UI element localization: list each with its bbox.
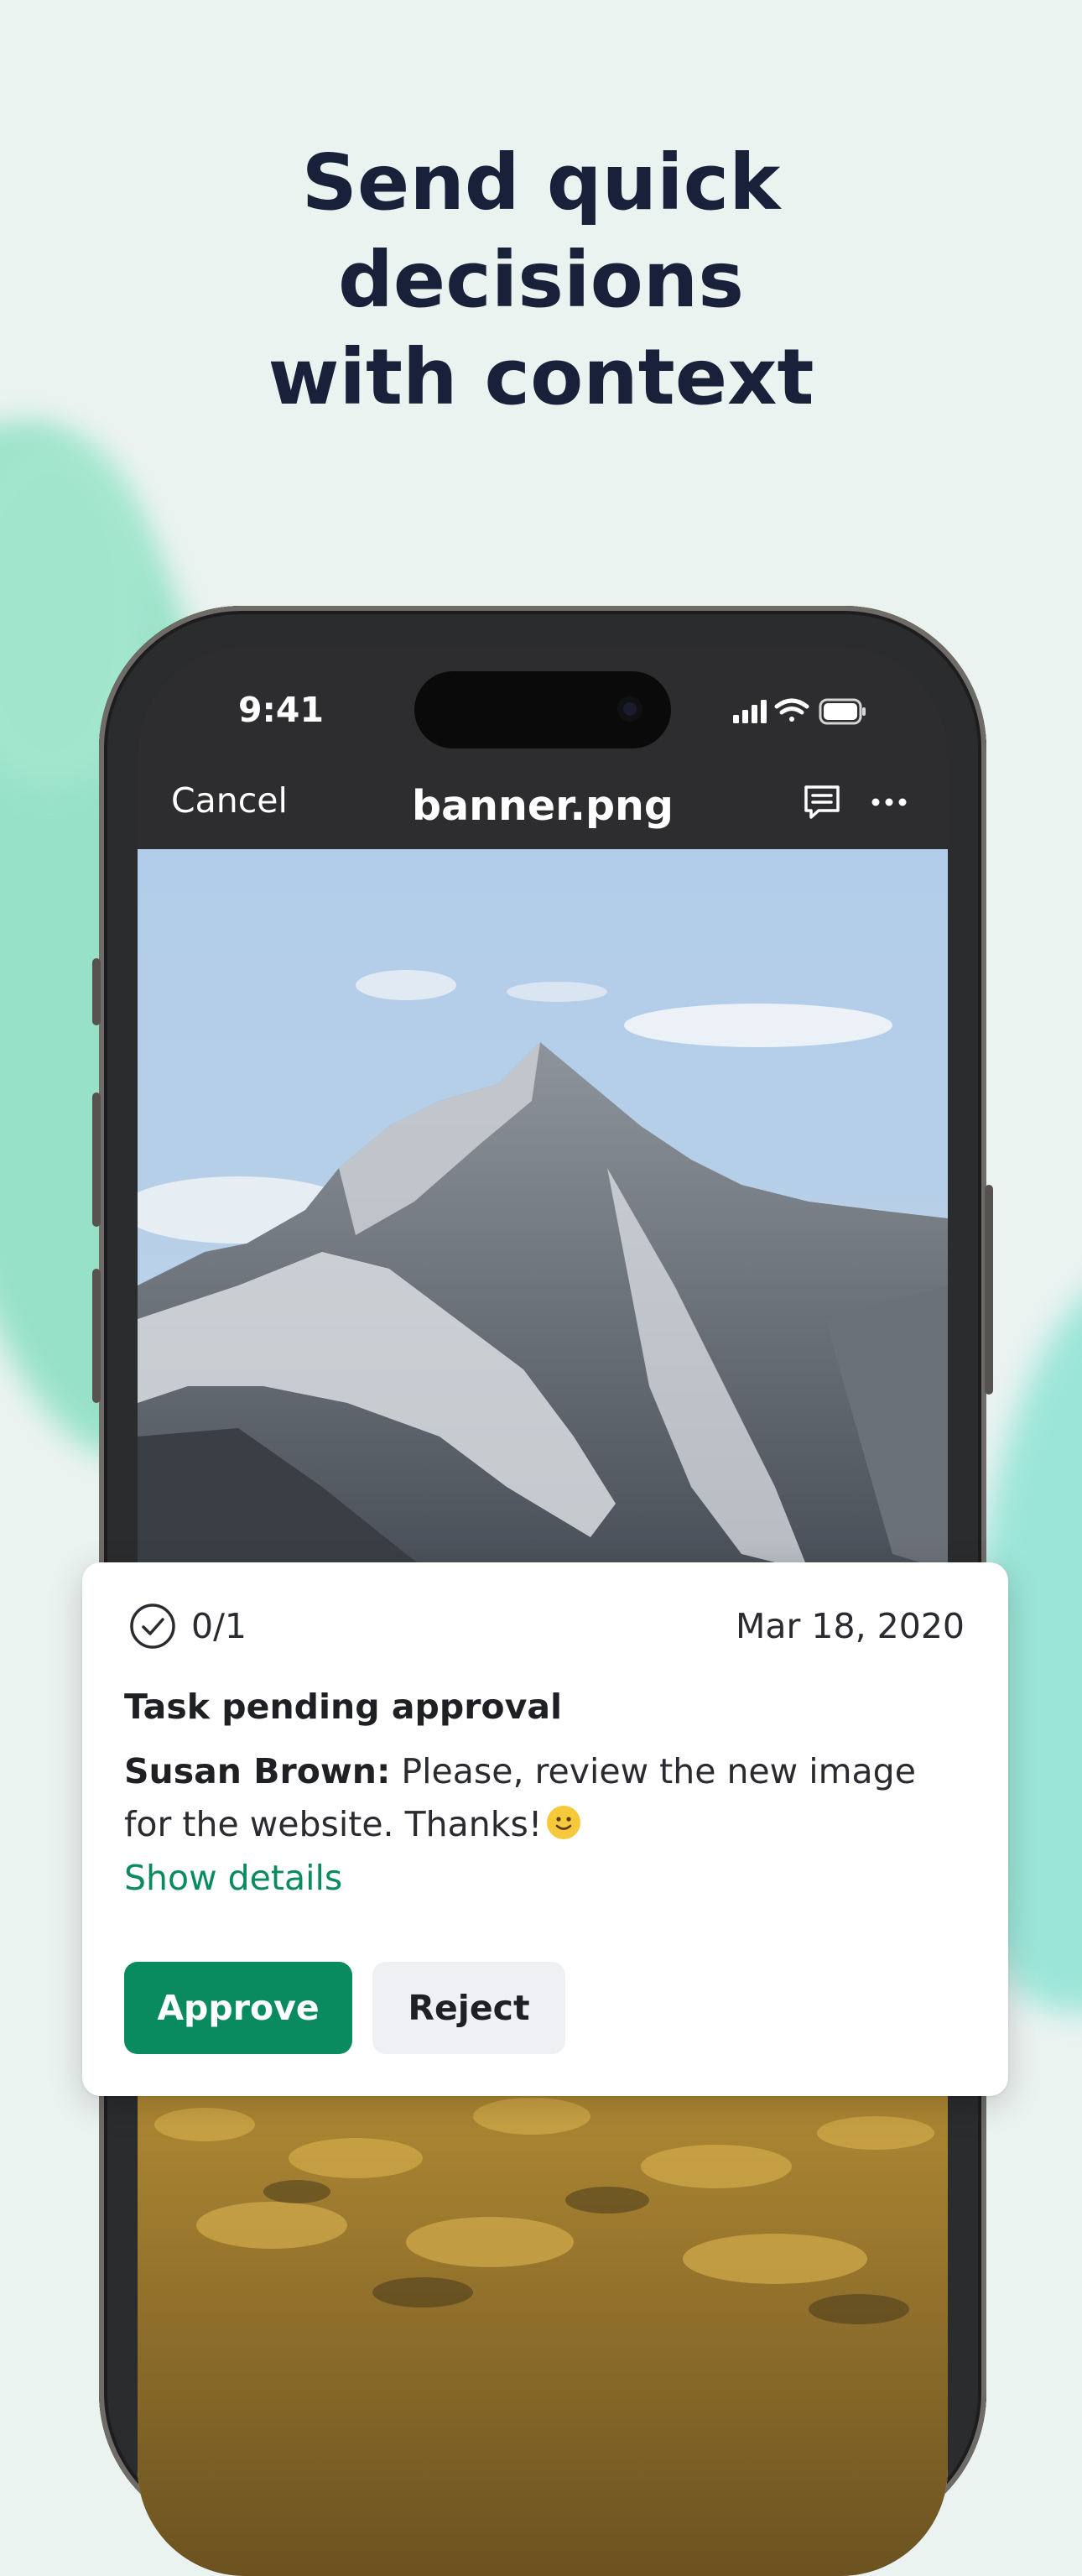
task-title: Task pending approval	[124, 1687, 563, 1727]
check-circle-icon	[130, 1603, 175, 1649]
wifi-icon	[774, 698, 809, 722]
camera-icon	[617, 696, 642, 722]
smile-emoji-icon	[547, 1806, 581, 1839]
battery-icon	[819, 698, 866, 725]
message-author: Susan Brown:	[124, 1751, 391, 1791]
dynamic-island	[414, 671, 671, 748]
signal-icon	[733, 700, 767, 723]
reject-button[interactable]: Reject	[372, 1962, 565, 2054]
phone-button	[985, 1185, 993, 1395]
task-date: Mar 18, 2020	[736, 1606, 965, 1646]
task-message: Susan Brown: Please, review the new imag…	[124, 1745, 963, 1851]
approve-button[interactable]: Approve	[124, 1962, 352, 2054]
headline: Send quick decisions with context	[268, 138, 814, 422]
comment-icon[interactable]	[802, 782, 842, 822]
status-icons	[733, 698, 866, 725]
phone-button	[92, 1092, 101, 1227]
phone-button	[92, 1269, 101, 1403]
status-time: 9:41	[238, 690, 324, 730]
show-details-link[interactable]: Show details	[124, 1858, 342, 1898]
app-header: 9:41 Cancel banner.png	[138, 646, 948, 849]
more-icon[interactable]	[869, 782, 909, 822]
phone-button	[92, 958, 101, 1025]
approval-task-card: 0/1 Mar 18, 2020 Task pending approval S…	[82, 1562, 1008, 2096]
approval-count: 0/1	[191, 1606, 247, 1646]
